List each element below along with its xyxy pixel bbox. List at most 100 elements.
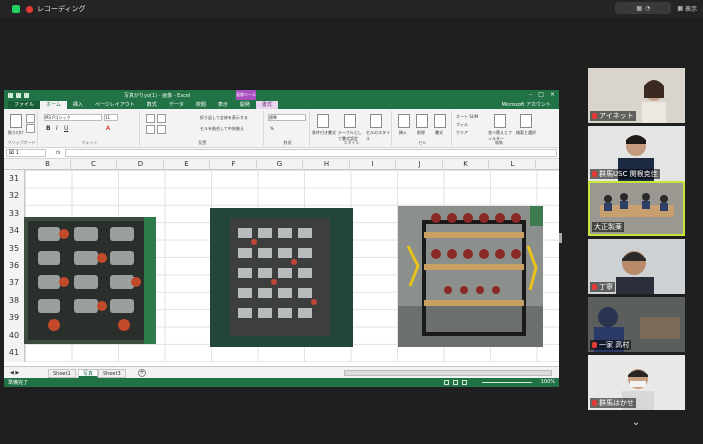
underline-icon[interactable]: U xyxy=(64,125,68,132)
column-header[interactable]: E xyxy=(164,160,210,170)
column-header[interactable]: D xyxy=(118,160,164,170)
row-header[interactable]: 38 xyxy=(4,296,24,305)
row-header[interactable]: 35 xyxy=(4,244,24,253)
formula-input[interactable] xyxy=(64,149,557,157)
column-header[interactable]: B xyxy=(25,160,71,170)
tab-view[interactable]: 表示 xyxy=(212,101,234,109)
align-top-icon[interactable] xyxy=(146,114,155,123)
bold-icon[interactable]: B xyxy=(46,125,51,132)
photo-tool-rack[interactable] xyxy=(398,206,543,347)
tab-formulas[interactable]: 数式 xyxy=(141,101,163,109)
share-resize-handle[interactable] xyxy=(559,233,562,243)
font-size-select[interactable]: 11 xyxy=(104,114,118,121)
participant-tile[interactable]: 群馬はかせ xyxy=(588,355,685,410)
sheet-tab[interactable]: Sheet1 xyxy=(48,369,76,378)
insert-cells-icon[interactable] xyxy=(398,114,410,128)
photo-tool-drawer-1[interactable] xyxy=(24,217,156,344)
row-header[interactable]: 40 xyxy=(4,331,24,340)
horizontal-scrollbar[interactable] xyxy=(344,370,552,376)
tab-file[interactable]: ファイル xyxy=(8,101,41,109)
participant-tile[interactable]: アイネット xyxy=(588,68,685,123)
normal-view-icon[interactable] xyxy=(444,380,449,385)
column-header[interactable]: K xyxy=(443,160,489,170)
row-header[interactable]: 33 xyxy=(4,209,24,218)
row-header[interactable]: 37 xyxy=(4,278,24,287)
clear-button[interactable]: クリア xyxy=(456,130,468,136)
column-header[interactable]: F xyxy=(211,160,257,170)
copy-icon[interactable] xyxy=(26,124,35,133)
align-left-icon[interactable] xyxy=(146,125,155,134)
tab-home[interactable]: ホーム xyxy=(40,101,67,109)
shield-icon[interactable] xyxy=(12,5,20,13)
percent-icon[interactable]: % xyxy=(270,126,274,131)
view-button[interactable]: ▦ 表示 xyxy=(677,4,697,13)
add-sheet-icon[interactable]: + xyxy=(138,369,146,377)
participant-tile[interactable]: 一家 高村 xyxy=(588,297,685,352)
conditional-format-icon[interactable] xyxy=(317,114,329,128)
row-header[interactable]: 34 xyxy=(4,226,24,235)
column-header[interactable]: J xyxy=(397,160,443,170)
photo-tool-drawer-2[interactable] xyxy=(210,208,353,347)
font-color-icon[interactable]: A xyxy=(106,125,110,132)
column-header[interactable]: G xyxy=(257,160,303,170)
align-middle-icon[interactable] xyxy=(157,114,166,123)
page-layout-view-icon[interactable] xyxy=(453,380,458,385)
maximize-icon[interactable]: □ xyxy=(538,91,544,98)
row-header[interactable]: 36 xyxy=(4,261,24,270)
tab-page-layout[interactable]: ページレイアウト xyxy=(89,101,141,109)
table-format-icon[interactable] xyxy=(344,114,356,128)
photo-tool-rack-image xyxy=(398,206,543,347)
minimize-icon[interactable]: – xyxy=(529,91,532,98)
tab-insert[interactable]: 挿入 xyxy=(67,101,89,109)
align-center-icon[interactable] xyxy=(157,125,166,134)
row-header[interactable]: 32 xyxy=(4,191,24,200)
name-box[interactable]: 図 1 xyxy=(6,149,46,157)
number-format-select[interactable]: 標準 xyxy=(268,114,306,121)
paste-icon[interactable] xyxy=(10,114,22,128)
participant-tile[interactable]: 群馬USC 関根克佳 xyxy=(588,126,685,181)
fill-button[interactable]: フィル xyxy=(456,122,468,128)
tab-developer[interactable]: 開発 xyxy=(234,101,256,109)
delete-cells-icon[interactable] xyxy=(416,114,428,128)
tab-data[interactable]: データ xyxy=(163,101,190,109)
recording-icon xyxy=(26,5,33,13)
row-header[interactable]: 31 xyxy=(4,174,24,183)
undo-icon[interactable] xyxy=(16,92,21,98)
autosum-button[interactable]: オート SUM xyxy=(456,114,478,120)
close-icon[interactable]: × xyxy=(550,91,555,98)
cell-style-icon[interactable] xyxy=(370,114,382,128)
row-header[interactable]: 39 xyxy=(4,313,24,322)
participant-name: 一家 高村 xyxy=(590,340,632,350)
row-header[interactable]: 41 xyxy=(4,348,24,357)
participant-tile-active-speaker[interactable]: 大正製薬 xyxy=(588,181,685,236)
column-header[interactable]: C xyxy=(71,160,117,170)
merge-center-button[interactable]: セルを結合して中央揃え xyxy=(200,126,244,132)
font-name-select[interactable]: MS Pゴシック xyxy=(44,114,102,121)
format-cells-icon[interactable] xyxy=(434,114,446,128)
redo-icon[interactable] xyxy=(24,92,29,98)
group-label-clipboard: クリップボード xyxy=(7,140,36,145)
column-header[interactable]: H xyxy=(304,160,350,170)
format-cells-label: 書式 xyxy=(435,130,443,135)
tab-review[interactable]: 校閲 xyxy=(190,101,212,109)
sort-filter-icon[interactable] xyxy=(494,114,506,128)
wrap-text-button[interactable]: 折り返して全体を表示する xyxy=(200,115,248,121)
tab-format[interactable]: 書式 xyxy=(255,101,278,109)
zoom-percent[interactable]: 100% xyxy=(541,379,555,385)
find-select-icon[interactable] xyxy=(520,114,532,128)
fx-icon[interactable]: fx xyxy=(56,150,61,156)
account-label[interactable]: Microsoft アカウント xyxy=(502,101,551,108)
sheet-tab[interactable]: Sheet3 xyxy=(98,369,126,378)
chevron-down-icon[interactable]: ⌄ xyxy=(624,413,648,431)
zoom-slider[interactable] xyxy=(482,382,532,383)
save-icon[interactable] xyxy=(8,92,13,98)
cut-icon[interactable] xyxy=(26,114,35,123)
page-break-view-icon[interactable] xyxy=(462,380,467,385)
sheet-tab-active[interactable]: 写真 xyxy=(78,369,99,378)
participant-tile[interactable]: 丁寧 xyxy=(588,239,685,294)
column-header[interactable]: L xyxy=(490,160,536,170)
meeting-timer-pill[interactable]: ▦ ◔ xyxy=(615,2,672,14)
column-header[interactable]: I xyxy=(350,160,396,170)
italic-icon[interactable]: I xyxy=(56,125,58,132)
sheet-nav-arrows-icon[interactable]: ◀ ▶ xyxy=(10,370,19,376)
